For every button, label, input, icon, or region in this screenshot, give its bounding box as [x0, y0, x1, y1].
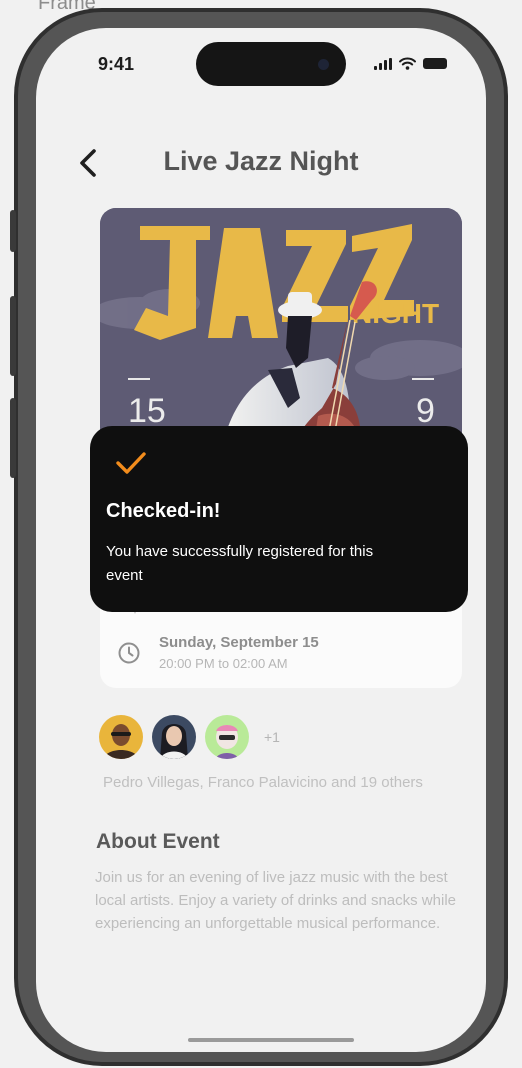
battery-icon [423, 58, 447, 69]
page-title: Live Jazz Night [163, 146, 359, 176]
attendee-summary[interactable]: Pedro Villegas, Franco Palavicino and 19… [103, 774, 423, 791]
clock-icon [118, 642, 140, 664]
poster-right-number: 9 [416, 392, 435, 430]
avatar[interactable] [202, 712, 252, 762]
poster-left-number: 15 [128, 392, 166, 430]
avatar[interactable] [96, 712, 146, 762]
status-time: 9:41 [98, 54, 135, 74]
avatar[interactable] [149, 712, 199, 762]
toast-message: You have successfully registered for thi… [106, 543, 374, 584]
attendee-extra-count: +1 [264, 729, 280, 745]
event-time: 20:00 PM to 02:00 AM [159, 656, 288, 671]
event-date: Sunday, September 15 [159, 634, 319, 651]
check-icon [116, 452, 146, 474]
status-icons [374, 57, 447, 70]
dynamic-island [196, 42, 346, 86]
about-description: Join us for an evening of live jazz musi… [95, 869, 456, 932]
wifi-icon [399, 57, 416, 70]
camera-dot [318, 59, 329, 70]
home-indicator[interactable] [188, 1038, 354, 1042]
side-button [10, 398, 16, 478]
side-button [10, 210, 16, 252]
checkin-toast: Checked-in! You have successfully regist… [90, 426, 468, 612]
phone-screen: 9:41 Live Jazz Night NIGHT 15 9 Sunday, … [36, 28, 486, 1052]
side-button [10, 296, 16, 376]
about-heading: About Event [96, 830, 220, 853]
signal-icon [374, 57, 392, 70]
toast-title: Checked-in! [106, 500, 221, 522]
